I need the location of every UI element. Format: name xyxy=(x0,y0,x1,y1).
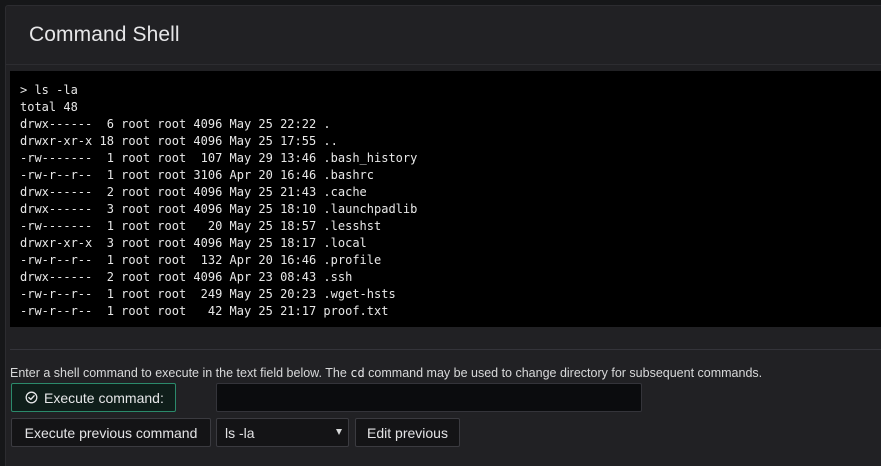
command-history-selected: ls -la xyxy=(225,424,255,441)
edit-previous-label: Edit previous xyxy=(367,424,448,441)
title-divider xyxy=(6,64,881,65)
terminal-line: drwxr-xr-x 3 root root 4096 May 25 18:17… xyxy=(20,236,367,250)
terminal-line: drwxr-xr-x 18 root root 4096 May 25 17:5… xyxy=(20,134,338,148)
help-text-after: command may be used to change directory … xyxy=(364,366,763,380)
section-divider xyxy=(10,349,881,350)
terminal-line: > ls -la xyxy=(20,83,78,97)
terminal-line: drwx------ 3 root root 4096 May 25 18:10… xyxy=(20,202,418,216)
help-text-before: Enter a shell command to execute in the … xyxy=(10,366,351,380)
execute-command-button[interactable]: Execute command: xyxy=(11,383,176,412)
execute-previous-label: Execute previous command xyxy=(24,424,198,441)
terminal-line: drwx------ 2 root root 4096 Apr 23 08:43… xyxy=(20,270,353,284)
help-text-code: cd xyxy=(350,366,365,380)
terminal-line: -rw-r--r-- 1 root root 3106 Apr 20 16:46… xyxy=(20,168,375,182)
terminal-line: -rw-r--r-- 1 root root 249 May 25 20:23 … xyxy=(20,287,396,301)
execute-command-label: Execute command: xyxy=(44,389,164,406)
help-text: Enter a shell command to execute in the … xyxy=(10,366,762,380)
execute-previous-command-button[interactable]: Execute previous command xyxy=(11,418,211,447)
terminal-line: drwx------ 2 root root 4096 May 25 21:43… xyxy=(20,185,367,199)
edit-previous-button[interactable]: Edit previous xyxy=(355,418,460,447)
terminal-line: drwx------ 6 root root 4096 May 25 22:22… xyxy=(20,117,331,131)
panel-title: Command Shell xyxy=(29,23,180,46)
command-history-select[interactable]: ls -la xyxy=(216,418,349,447)
command-input[interactable] xyxy=(216,383,642,412)
terminal-line: -rw-r--r-- 1 root root 132 Apr 20 16:46 … xyxy=(20,253,382,267)
check-circle-icon xyxy=(25,391,38,404)
caret-down-icon xyxy=(336,429,342,435)
terminal-line: total 48 xyxy=(20,100,78,114)
terminal-line: -rw------- 1 root root 107 May 29 13:46 … xyxy=(20,151,418,165)
terminal-output: > ls -la total 48 drwx------ 6 root root 4… xyxy=(10,71,881,327)
terminal-line: -rw------- 1 root root 20 May 25 18:57 .… xyxy=(20,219,382,233)
terminal-line: -rw-r--r-- 1 root root 42 May 25 21:17 p… xyxy=(20,304,389,318)
